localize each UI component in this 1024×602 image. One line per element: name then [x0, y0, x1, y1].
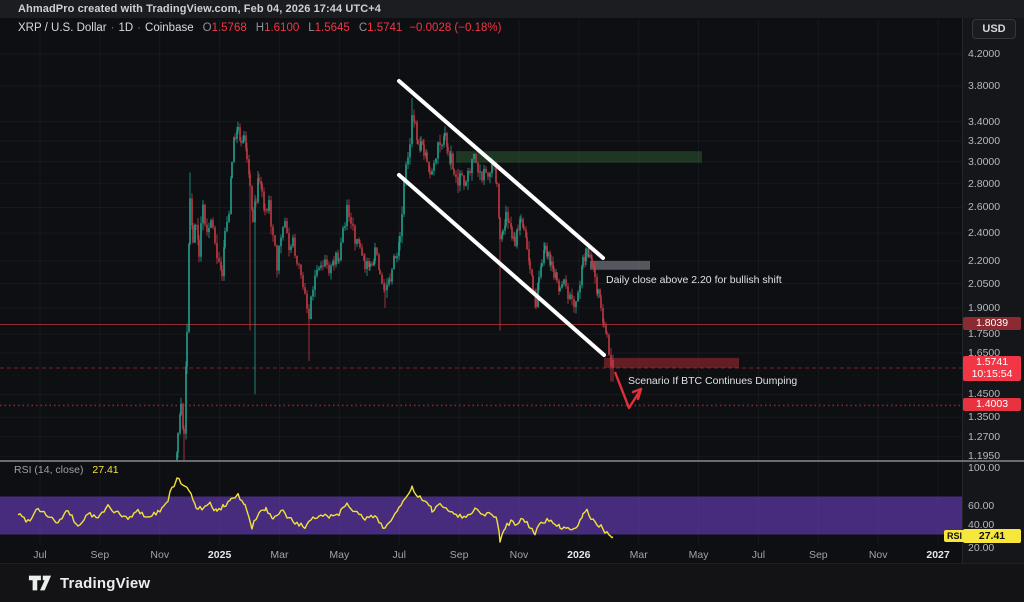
- price-tick-label: 1.2700: [968, 431, 1000, 443]
- open-value: 1.5768: [212, 22, 247, 34]
- alert-price-badge-1.4003[interactable]: 1.4003: [963, 398, 1021, 411]
- open-label: O: [203, 22, 212, 34]
- time-tick-month: May: [677, 549, 721, 561]
- last-price-badge: 1.5741 10:15:54: [963, 356, 1021, 381]
- price-tick-label: 2.8000: [968, 178, 1000, 190]
- time-tick-year: 2025: [198, 549, 242, 561]
- tradingview-logo[interactable]: TradingView: [28, 573, 150, 593]
- rsi-tick-label: 60.00: [968, 500, 994, 512]
- high-label: H: [256, 22, 264, 34]
- tradingview-logo-text: TradingView: [60, 575, 150, 592]
- rsi-floating-label: RSI: [944, 530, 965, 542]
- exchange: Coinbase: [145, 22, 194, 34]
- time-tick-month: Nov: [138, 549, 182, 561]
- separator: ·: [111, 22, 115, 34]
- low-value: 1.5645: [315, 22, 350, 34]
- attribution-text: AhmadPro created with TradingView.com, F…: [18, 3, 381, 15]
- pane-resize-handle[interactable]: [0, 460, 1024, 462]
- time-tick-year: 2026: [557, 549, 601, 561]
- gridlines: [0, 20, 962, 545]
- time-tick-month: Nov: [497, 549, 541, 561]
- high-value: 1.6100: [264, 22, 299, 34]
- rsi-indicator-legend[interactable]: RSI (14, close) 27.41: [14, 464, 119, 476]
- alert-price-badge-1.8039[interactable]: 1.8039: [963, 317, 1021, 330]
- time-tick-month: Mar: [617, 549, 661, 561]
- price-tick-label: 3.8000: [968, 80, 1000, 92]
- price-tick-label: 4.2000: [968, 48, 1000, 60]
- change-value: −0.0028 (−0.18%): [409, 22, 501, 34]
- rsi-legend-title: RSI (14, close): [14, 464, 83, 476]
- time-tick-month: Jul: [377, 549, 421, 561]
- separator: ·: [137, 22, 141, 34]
- chart-canvas[interactable]: [0, 0, 1024, 601]
- price-tick-label: 3.2000: [968, 135, 1000, 147]
- annotation-dump-scenario[interactable]: Scenario If BTC Continues Dumping: [628, 375, 797, 387]
- top-attribution-bar: AhmadPro created with TradingView.com, F…: [0, 0, 1024, 18]
- close-value: 1.5741: [367, 22, 402, 34]
- time-tick-year: 2027: [916, 549, 960, 561]
- symbol-name: XRP / U.S. Dollar: [18, 22, 107, 34]
- time-tick-month: Mar: [257, 549, 301, 561]
- price-tick-label: 2.4000: [968, 227, 1000, 239]
- rsi-legend-value: 27.41: [92, 464, 118, 476]
- time-tick-month: May: [317, 549, 361, 561]
- last-price-value: 1.5741: [963, 357, 1021, 369]
- price-tick-label: 1.9000: [968, 302, 1000, 314]
- time-tick-month: Jul: [736, 549, 780, 561]
- time-axis[interactable]: Jul Sep Nov 2025 Mar May Jul Sep Nov 2026 Mar May Ju…: [0, 549, 962, 563]
- rsi-tick-label: 100.00: [968, 462, 1000, 474]
- time-tick-month: Nov: [856, 549, 900, 561]
- symbol-legend[interactable]: XRP / U.S. Dollar·1D·CoinbaseO1.5768H1.6…: [18, 22, 501, 34]
- time-tick-month: Sep: [796, 549, 840, 561]
- close-label: C: [359, 22, 367, 34]
- rsi-tick-label: 20.00: [968, 542, 994, 554]
- bar-countdown: 10:15:54: [963, 369, 1021, 381]
- alert-price-lines[interactable]: [0, 324, 962, 405]
- price-tick-label: 3.0000: [968, 156, 1000, 168]
- tradingview-logo-icon: [28, 573, 52, 593]
- currency-toggle-button[interactable]: USD: [972, 19, 1016, 39]
- price-tick-label: 3.4000: [968, 116, 1000, 128]
- bottom-toolbar: TradingView: [0, 563, 1024, 602]
- rsi-value-badge: 27.41: [963, 529, 1021, 543]
- bullish-shift-zone[interactable]: [590, 261, 650, 270]
- time-tick-month: Sep: [437, 549, 481, 561]
- price-tick-label: 2.0500: [968, 278, 1000, 290]
- rsi-plot: [0, 478, 962, 542]
- annotation-bullish-shift[interactable]: Daily close above 2.20 for bullish shift: [606, 274, 782, 286]
- time-tick-month: Sep: [78, 549, 122, 561]
- time-tick-month: Jul: [18, 549, 62, 561]
- dump-scenario-zone[interactable]: [604, 358, 739, 368]
- price-tick-label: 2.6000: [968, 201, 1000, 213]
- price-tick-label: 2.2000: [968, 255, 1000, 267]
- timeframe: 1D: [118, 22, 133, 34]
- price-tick-label: 1.3500: [968, 411, 1000, 423]
